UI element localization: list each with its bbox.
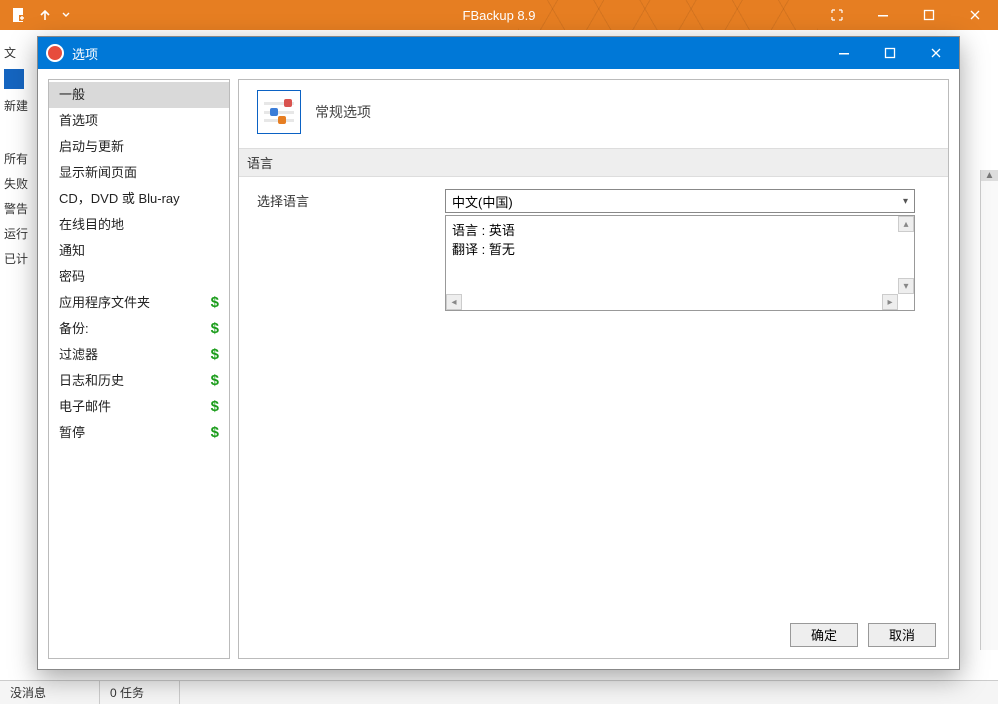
dialog-minimize-icon[interactable] xyxy=(821,37,867,69)
sidebar-item[interactable]: 电子邮件 $ xyxy=(49,394,229,420)
sidebar-item[interactable]: 在线目的地 xyxy=(49,212,229,238)
app-statusbar: 没消息 0 任务 xyxy=(0,680,998,704)
scroll-up-icon[interactable]: ▲ xyxy=(981,170,998,181)
app-title: FBackup 8.9 xyxy=(463,8,536,23)
sidebar-item-label: 启动与更新 xyxy=(59,138,124,156)
sidebar-item[interactable]: CD，DVD 或 Blu-ray xyxy=(49,186,229,212)
app-titlebar: FBackup 8.9 xyxy=(0,0,998,30)
sidebar-item-label: 电子邮件 xyxy=(59,398,111,416)
sidebar-item[interactable]: 通知 xyxy=(49,238,229,264)
sidebar-item[interactable]: 一般 xyxy=(49,82,229,108)
premium-icon: $ xyxy=(211,424,219,442)
scroll-left-icon[interactable]: ◂ xyxy=(446,294,462,310)
sidebar-item-label: 应用程序文件夹 xyxy=(59,294,150,312)
sidebar-item[interactable]: 首选项 xyxy=(49,108,229,134)
dialog-app-icon xyxy=(46,44,64,62)
sidebar-item[interactable]: 应用程序文件夹 $ xyxy=(49,290,229,316)
dropdown-icon[interactable] xyxy=(60,4,72,26)
select-language-label: 选择语言 xyxy=(257,189,437,210)
scroll-right-icon[interactable]: ▸ xyxy=(882,294,898,310)
dialog-title: 选项 xyxy=(72,44,98,63)
upload-icon[interactable] xyxy=(34,4,56,26)
dialog-titlebar: 选项 xyxy=(38,37,959,69)
sidebar-item-label: CD，DVD 或 Blu-ray xyxy=(59,190,180,208)
sidebar-item-label: 过滤器 xyxy=(59,346,98,364)
close-icon[interactable] xyxy=(952,0,998,30)
sidebar-item-label: 通知 xyxy=(59,242,85,260)
left-strip-item[interactable]: 所有 xyxy=(0,146,36,171)
sidebar-item-label: 在线目的地 xyxy=(59,216,124,234)
general-options-icon xyxy=(257,90,301,134)
sidebar-item[interactable]: 密码 xyxy=(49,264,229,290)
section-language-header: 语言 xyxy=(239,148,948,177)
language-info-line: 翻译 : 暂无 xyxy=(452,239,908,258)
premium-icon: $ xyxy=(211,320,219,338)
app-left-strip: 文 新建 所有 失败 警告 运行 已计 xyxy=(0,40,36,271)
premium-icon: $ xyxy=(211,372,219,390)
options-dialog: 选项 一般首选项启动与更新显示新闻页面 CD，DVD 或 Blu-ray 在线目的地… xyxy=(37,36,960,670)
sidebar-item-label: 日志和历史 xyxy=(59,372,124,390)
language-dropdown[interactable]: 中文(中国) ▾ xyxy=(445,189,915,213)
cancel-button[interactable]: 取消 xyxy=(868,623,936,647)
sidebar-item-label: 一般 xyxy=(59,86,85,104)
premium-icon: $ xyxy=(211,294,219,312)
language-dropdown-value: 中文(中国) xyxy=(452,192,513,211)
sidebar-item[interactable]: 日志和历史 $ xyxy=(49,368,229,394)
sidebar-item-label: 显示新闻页面 xyxy=(59,164,137,182)
dialog-maximize-icon[interactable] xyxy=(867,37,913,69)
left-strip-item: 文 xyxy=(0,40,36,65)
sidebar-item[interactable]: 显示新闻页面 xyxy=(49,160,229,186)
scroll-up-icon[interactable]: ▴ xyxy=(898,216,914,232)
maximize-icon[interactable] xyxy=(906,0,952,30)
settings-main-panel: 常规选项 语言 选择语言 中文(中国) ▾ 语言 : 英语 翻译 : 暂无 ▴ xyxy=(238,79,949,659)
sidebar-item-label: 首选项 xyxy=(59,112,98,130)
left-strip-item[interactable]: 警告 xyxy=(0,196,36,221)
sidebar-item[interactable]: 过滤器 $ xyxy=(49,342,229,368)
left-strip-item[interactable]: 新建 xyxy=(0,93,36,118)
left-strip-item[interactable]: 失败 xyxy=(0,171,36,196)
status-tasks: 0 任务 xyxy=(100,681,180,704)
panel-title: 常规选项 xyxy=(315,102,371,122)
language-info-box: 语言 : 英语 翻译 : 暂无 ▴ ▾ ◂ ▸ xyxy=(445,215,915,311)
settings-sidebar: 一般首选项启动与更新显示新闻页面 CD，DVD 或 Blu-ray 在线目的地通知密… xyxy=(48,79,230,659)
left-strip-item[interactable]: 运行 xyxy=(0,221,36,246)
language-info-line: 语言 : 英语 xyxy=(452,220,908,239)
ok-button[interactable]: 确定 xyxy=(790,623,858,647)
new-file-icon[interactable] xyxy=(8,4,30,26)
fullscreen-icon[interactable] xyxy=(814,0,860,30)
premium-icon: $ xyxy=(211,346,219,364)
sidebar-item-label: 暂停 xyxy=(59,424,85,442)
dialog-close-icon[interactable] xyxy=(913,37,959,69)
sidebar-item-label: 密码 xyxy=(59,268,85,286)
status-messages: 没消息 xyxy=(0,681,100,704)
sidebar-item[interactable]: 启动与更新 xyxy=(49,134,229,160)
scroll-down-icon[interactable]: ▾ xyxy=(898,278,914,294)
sidebar-item[interactable]: 暂停 $ xyxy=(49,420,229,446)
sidebar-item[interactable]: 备份: $ xyxy=(49,316,229,342)
chevron-down-icon: ▾ xyxy=(903,196,908,207)
premium-icon: $ xyxy=(211,398,219,416)
sidebar-item-label: 备份: xyxy=(59,320,89,338)
left-strip-item[interactable]: 已计 xyxy=(0,246,36,271)
right-scrollbar[interactable]: ▲ xyxy=(980,170,998,650)
minimize-icon[interactable] xyxy=(860,0,906,30)
new-button-icon[interactable] xyxy=(4,69,24,89)
